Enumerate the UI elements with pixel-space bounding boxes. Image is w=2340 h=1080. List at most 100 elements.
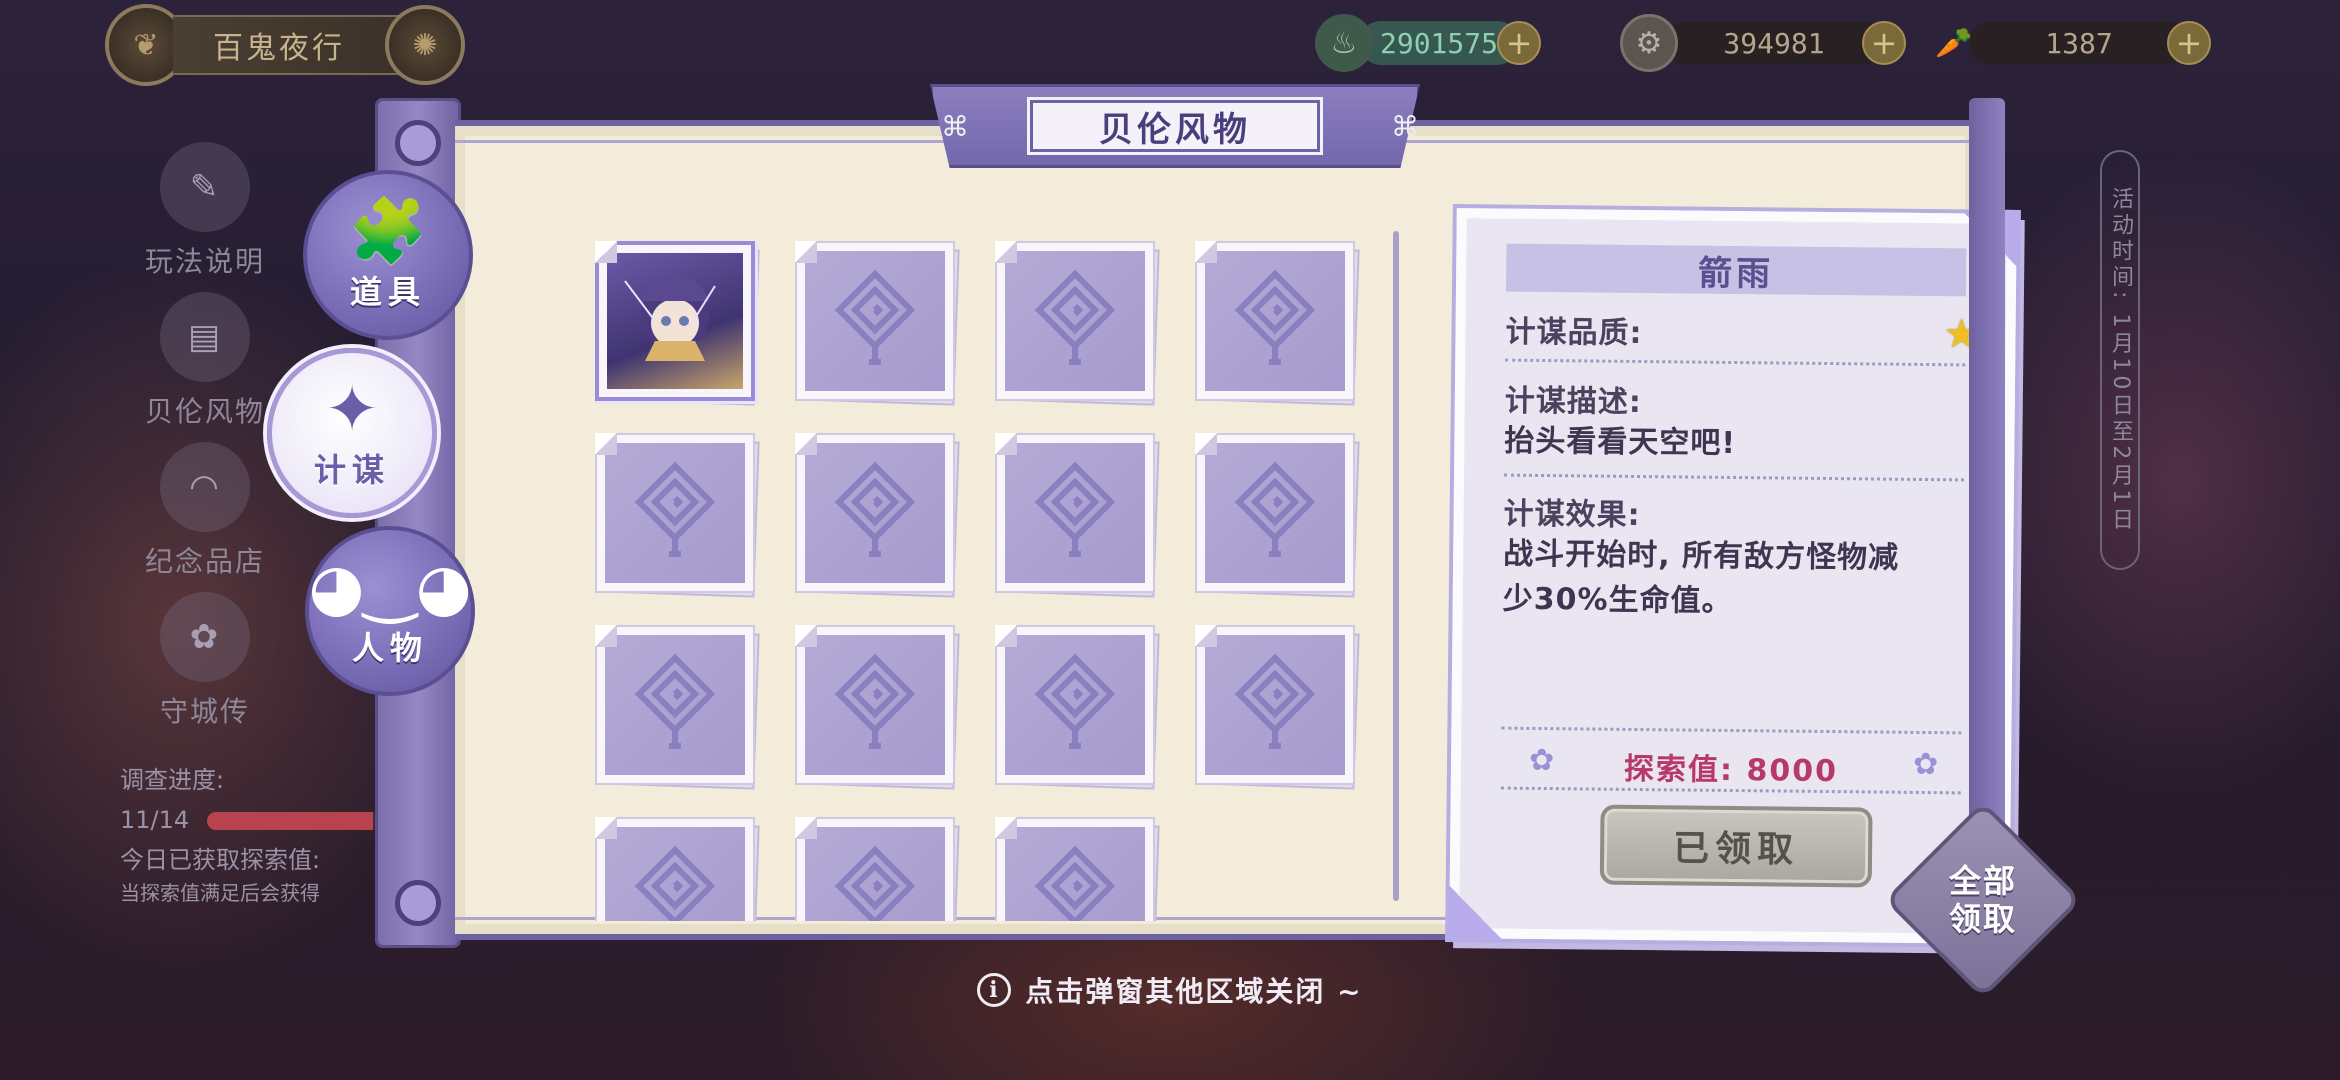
fan-icon: ◠ <box>160 442 250 532</box>
card-corner-fold <box>1195 433 1217 455</box>
event-time-banner: 活动时间: 1月10日至2月1日 <box>2100 150 2140 570</box>
claimed-button[interactable]: 已领取 <box>1599 804 1873 888</box>
add-coin-pot-button[interactable]: + <box>1497 21 1541 65</box>
flower-emblem-icon: ✿ <box>160 592 250 682</box>
event-title: 百鬼夜行 <box>173 15 405 75</box>
card-corner-fold <box>795 817 817 839</box>
side-menu-item-souvenir-shop[interactable]: ◠ 纪念品店 <box>120 430 290 580</box>
card-corner-fold <box>595 241 617 263</box>
side-menu-label: 玩法说明 <box>144 245 265 278</box>
strategy-card-locked[interactable] <box>795 625 960 790</box>
tab-label: 道具 <box>349 273 426 311</box>
card-face <box>1195 241 1355 401</box>
card-face <box>995 433 1155 593</box>
strategy-card-locked[interactable] <box>1195 433 1360 598</box>
card-face <box>795 241 955 401</box>
description-label: 计谋描述: <box>1504 383 1642 421</box>
strategy-card-locked[interactable] <box>995 625 1160 790</box>
effect-label: 计谋效果: <box>1503 496 1641 534</box>
strategy-card-locked[interactable] <box>795 433 960 598</box>
strategy-card-locked[interactable] <box>595 817 760 921</box>
side-menu-label: 贝伦风物 <box>144 395 265 428</box>
character-portrait-icon <box>607 253 743 389</box>
silver-coin-icon: ⚙ <box>1620 14 1678 72</box>
close-hint-text: 点击弹窗其他区域关闭 ~ <box>1025 975 1363 1008</box>
strategy-card-locked[interactable] <box>795 241 960 406</box>
card-corner-fold <box>995 241 1017 263</box>
strategy-card-locked[interactable] <box>595 625 760 790</box>
explore-note-text: 当探索值满足后会获得 <box>120 881 320 905</box>
spiral-question-icon <box>1005 635 1145 775</box>
scroll-paper: 箭雨 计谋品质: ★ 计谋描述: 抬头看看天空吧! 计谋效果: 战斗开始时, 所… <box>455 120 2021 944</box>
compass-emblem-icon[interactable]: ✺ <box>385 5 465 85</box>
side-menu-item-defense[interactable]: ✿ 守城传 <box>120 580 290 730</box>
spiral-question-icon <box>1005 827 1145 921</box>
rod-cap-icon <box>395 880 441 926</box>
strategy-card-locked[interactable] <box>995 241 1160 406</box>
card-corner-fold <box>595 625 617 647</box>
card-face <box>1195 433 1355 593</box>
tab-label: 计谋 <box>313 451 390 489</box>
effect-text-line1: 战斗开始时, 所有敌方怪物减 <box>1503 536 1900 576</box>
card-face <box>595 625 755 785</box>
tab-characters[interactable]: ◕‿◕ 人物 <box>305 526 475 696</box>
strategy-card-locked[interactable] <box>595 433 760 598</box>
strategy-card-locked[interactable] <box>995 433 1160 598</box>
strategy-card-locked[interactable] <box>995 817 1160 921</box>
ribbon-knot-icon: ⌘ <box>1391 110 1419 143</box>
modal-title: 贝伦风物 <box>1027 97 1323 155</box>
card-corner-fold <box>795 625 817 647</box>
tab-label: 人物 <box>351 629 428 667</box>
divider <box>1505 358 1966 367</box>
card-face <box>795 817 955 921</box>
card-face <box>595 817 755 921</box>
cat-mask-icon: ◕‿◕ <box>308 551 472 625</box>
spiral-question-icon <box>805 443 945 583</box>
coin-pot-value: 2901575 <box>1359 21 1519 65</box>
spiral-question-icon <box>605 443 745 583</box>
side-menu-item-customs[interactable]: ▤ 贝伦风物 <box>120 280 290 430</box>
claim-all-line1: 全部 <box>1948 861 2018 900</box>
spiral-question-icon <box>1205 443 1345 583</box>
grid-scrollbar[interactable] <box>1393 231 1399 901</box>
strategy-card-locked[interactable] <box>1195 625 1360 790</box>
progress-value: 11/14 <box>120 806 190 834</box>
spiral-question-icon <box>605 827 745 921</box>
spiral-question-icon <box>805 827 945 921</box>
card-face <box>595 241 755 401</box>
item-grid <box>595 241 1415 921</box>
strategy-card-locked[interactable] <box>1195 241 1360 406</box>
strategy-card-locked[interactable] <box>795 817 960 921</box>
card-corner-fold <box>995 625 1017 647</box>
card-face <box>795 625 955 785</box>
card-corner-fold <box>595 817 617 839</box>
quality-label: 计谋品质: <box>1505 314 1643 352</box>
card-face <box>1195 625 1355 785</box>
resource-coin-pot: ♨ 2901575 + <box>1315 14 1541 72</box>
divider <box>1501 726 1962 735</box>
tab-items[interactable]: 🧩 道具 <box>303 170 473 340</box>
spiral-question-icon <box>1205 251 1345 391</box>
spiral-question-icon <box>1005 443 1145 583</box>
divider <box>1504 473 1965 482</box>
corner-decoration <box>1445 882 1506 943</box>
modal-header: 贝伦风物 <box>930 84 1420 168</box>
coin-pot-icon: ♨ <box>1315 14 1373 72</box>
strategy-card-unlocked[interactable] <box>595 241 760 406</box>
investigation-progress: 调查进度: 11/14 今日已获取探索值: 当探索值满足后会获得 <box>120 760 417 906</box>
silver-coin-value: 394981 <box>1664 21 1884 65</box>
side-menu-item-rules[interactable]: ✎ 玩法说明 <box>120 130 290 280</box>
progress-fill <box>206 812 373 830</box>
add-silver-coin-button[interactable]: + <box>1862 21 1906 65</box>
tab-strategies[interactable]: ✦ 计谋 <box>267 348 437 518</box>
card-corner-fold <box>795 433 817 455</box>
spiral-question-icon <box>605 635 745 775</box>
card-corner-fold <box>1195 241 1217 263</box>
card-face <box>995 625 1155 785</box>
add-carrot-button[interactable]: + <box>2167 21 2211 65</box>
progress-label: 调查进度: <box>120 766 225 794</box>
rod-cap-icon <box>395 120 441 166</box>
side-menu-label: 守城传 <box>159 695 250 728</box>
resource-carrot: 🥕 1387 + <box>1925 14 2211 72</box>
scroll-icon: ✎ <box>160 142 250 232</box>
